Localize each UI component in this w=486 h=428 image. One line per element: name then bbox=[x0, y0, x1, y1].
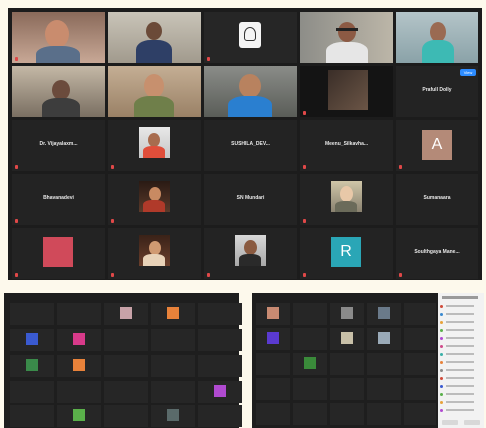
participant-tile[interactable] bbox=[108, 174, 201, 225]
muted-mic-icon bbox=[303, 165, 306, 169]
avatar bbox=[43, 237, 73, 267]
video-tile[interactable] bbox=[108, 12, 201, 63]
participant-tile[interactable]: SN Mundari bbox=[204, 174, 297, 225]
view-button[interactable]: View bbox=[460, 69, 476, 76]
muted-mic-icon bbox=[399, 165, 402, 169]
video-tile[interactable] bbox=[12, 66, 105, 117]
muted-mic-icon bbox=[15, 219, 18, 223]
muted-mic-icon bbox=[111, 219, 114, 223]
video-tile[interactable] bbox=[300, 66, 393, 117]
participant-tile[interactable]: Dr. Vijayalaxm... bbox=[12, 120, 105, 171]
muted-mic-icon bbox=[399, 273, 402, 277]
video-tile[interactable] bbox=[204, 12, 297, 63]
participant-name: Prafull Dolly bbox=[422, 87, 452, 93]
participant-name: Dr. Vijayalaxm... bbox=[39, 141, 78, 147]
gallery-thumbnail-right bbox=[252, 293, 438, 428]
muted-mic-icon bbox=[303, 111, 306, 115]
participant-name: Bhavanadevi bbox=[43, 195, 74, 201]
participant-tile[interactable] bbox=[12, 228, 105, 279]
profile-photo bbox=[235, 235, 266, 266]
muted-mic-icon bbox=[111, 165, 114, 169]
participant-tile[interactable] bbox=[204, 228, 297, 279]
profile-photo bbox=[331, 181, 362, 212]
muted-mic-icon bbox=[111, 273, 114, 277]
gallery-thumbnail-left bbox=[4, 293, 242, 428]
participants-panel[interactable] bbox=[438, 293, 484, 428]
profile-photo bbox=[139, 127, 170, 158]
participant-tile[interactable]: Soulthgaya Mane... bbox=[396, 228, 478, 279]
participant-tile[interactable]: Bhavanadevi bbox=[12, 174, 105, 225]
video-tile[interactable] bbox=[300, 12, 393, 63]
video-tile[interactable] bbox=[108, 66, 201, 117]
muted-mic-icon bbox=[15, 57, 18, 61]
participant-tile[interactable] bbox=[108, 120, 201, 171]
participant-tile[interactable]: SUSHILA_DEV... bbox=[204, 120, 297, 171]
video-tile[interactable] bbox=[396, 12, 478, 63]
avatar: A bbox=[422, 130, 452, 160]
muted-mic-icon bbox=[15, 165, 18, 169]
participant-tile[interactable]: R bbox=[300, 228, 393, 279]
participant-name: Soulthgaya Mane... bbox=[414, 249, 460, 255]
participant-tile[interactable] bbox=[108, 228, 201, 279]
muted-mic-icon bbox=[303, 273, 306, 277]
participant-name: Sumanaara bbox=[423, 195, 451, 201]
video-tile[interactable] bbox=[204, 66, 297, 117]
participant-tile[interactable] bbox=[300, 174, 393, 225]
participant-tile[interactable]: Sumanaara bbox=[396, 174, 478, 225]
muted-mic-icon bbox=[207, 57, 210, 61]
muted-mic-icon bbox=[15, 273, 18, 277]
muted-mic-icon bbox=[207, 273, 210, 277]
avatar: R bbox=[331, 237, 361, 267]
zoom-gallery-view: Prafull Dolly View Dr. Vijayalaxm... SUS… bbox=[8, 8, 482, 280]
participant-name: SUSHILA_DEV... bbox=[231, 141, 270, 147]
participant-name: Meenu_Silkavha... bbox=[324, 141, 369, 147]
participant-tile[interactable]: A bbox=[396, 120, 478, 171]
participant-tile[interactable]: Meenu_Silkavha... bbox=[300, 120, 393, 171]
profile-photo bbox=[139, 181, 170, 212]
muted-mic-icon bbox=[303, 219, 306, 223]
participant-name: SN Mundari bbox=[236, 195, 265, 201]
video-tile[interactable] bbox=[12, 12, 105, 63]
profile-photo bbox=[139, 235, 170, 266]
